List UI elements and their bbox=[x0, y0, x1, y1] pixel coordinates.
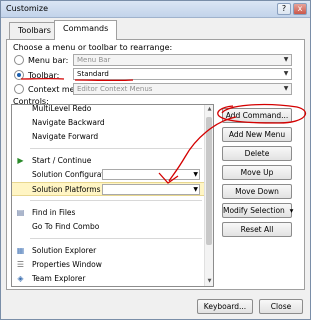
toolbar-select[interactable]: Standard ▼ bbox=[73, 68, 292, 80]
menu-bar-label: Menu bar: bbox=[28, 56, 68, 65]
move-up-button[interactable]: Move Up bbox=[222, 165, 292, 180]
tab-commands-label: Commands bbox=[63, 24, 108, 33]
modify-selection-label: Modify Selection bbox=[223, 206, 285, 215]
window-title: Customize bbox=[6, 4, 48, 13]
chevron-down-icon: ▼ bbox=[193, 170, 198, 179]
menu-bar-radio[interactable] bbox=[14, 55, 24, 65]
title-bar: Customize ? x bbox=[1, 1, 310, 18]
context-menu-radio[interactable] bbox=[14, 84, 24, 94]
list-item-label: Solution Explorer bbox=[32, 246, 96, 255]
controls-scrollbar[interactable]: ▲ ▼ bbox=[204, 105, 213, 286]
list-item-label: Properties Window bbox=[32, 260, 102, 269]
list-item[interactable]: ☰ Properties Window bbox=[12, 258, 204, 272]
context-menu-value: Editor Context Menus bbox=[77, 85, 152, 93]
list-separator bbox=[30, 238, 202, 239]
tab-toolbars-label: Toolbars bbox=[18, 26, 51, 35]
solution-platforms-combo[interactable]: ▼ bbox=[102, 184, 200, 195]
find-in-files-icon: ▤ bbox=[15, 207, 26, 218]
scroll-down-icon[interactable]: ▼ bbox=[205, 277, 214, 286]
solution-configurations-combo[interactable]: ▼ bbox=[102, 169, 200, 180]
scroll-thumb[interactable] bbox=[206, 117, 212, 245]
keyboard-button[interactable]: Keyboard... bbox=[197, 299, 253, 314]
play-icon: ▶ bbox=[15, 155, 26, 166]
delete-button[interactable]: Delete bbox=[222, 146, 292, 161]
move-down-button[interactable]: Move Down bbox=[222, 184, 292, 199]
toolbar-value: Standard bbox=[77, 70, 109, 78]
list-item-label: Solution Platforms bbox=[32, 185, 100, 194]
add-command-button[interactable]: Add Command... bbox=[222, 108, 292, 123]
chevron-down-icon: ▼ bbox=[281, 55, 291, 65]
list-item-label: Navigate Backward bbox=[32, 118, 105, 127]
list-item-label: Find in Files bbox=[32, 208, 75, 217]
list-item[interactable]: ▤ Find in Files bbox=[12, 206, 204, 220]
help-button[interactable]: ? bbox=[277, 3, 291, 15]
chevron-down-icon: ▼ bbox=[281, 84, 291, 94]
reset-all-button[interactable]: Reset All bbox=[222, 222, 292, 237]
tab-commands[interactable]: Commands bbox=[54, 20, 117, 40]
menu-bar-value: Menu Bar bbox=[77, 56, 110, 64]
list-separator bbox=[30, 200, 202, 201]
list-item-selected[interactable]: Solution Platforms ▼ bbox=[12, 182, 204, 196]
controls-list[interactable]: MultiLevel Redo Navigate Backward Naviga… bbox=[11, 104, 214, 287]
toolbar-radio[interactable] bbox=[14, 70, 24, 80]
rearrange-prompt: Choose a menu or toolbar to rearrange: bbox=[13, 43, 172, 52]
list-separator bbox=[30, 148, 202, 149]
toolbar-label: Toolbar: bbox=[28, 71, 59, 80]
list-item[interactable]: ◈ Team Explorer bbox=[12, 272, 204, 286]
list-item[interactable]: Navigate Backward bbox=[12, 116, 204, 130]
properties-icon: ☰ bbox=[15, 259, 26, 270]
scroll-up-icon[interactable]: ▲ bbox=[205, 105, 214, 114]
chevron-down-icon: ▼ bbox=[193, 185, 198, 194]
list-item[interactable]: Navigate Forward bbox=[12, 130, 204, 144]
list-item[interactable]: Solution Configurations ▼ bbox=[12, 168, 204, 182]
customize-dialog: Customize ? x Toolbars Commands Choose a… bbox=[0, 0, 311, 320]
list-item-label: Go To Find Combo bbox=[32, 222, 99, 231]
list-item[interactable]: ▦ Solution Explorer bbox=[12, 244, 204, 258]
close-button[interactable]: Close bbox=[259, 299, 303, 314]
list-item-label: Team Explorer bbox=[32, 274, 85, 283]
list-item-label: Start / Continue bbox=[32, 156, 91, 165]
list-item[interactable]: MultiLevel Redo bbox=[12, 104, 204, 116]
tab-toolbars[interactable]: Toolbars bbox=[9, 22, 60, 39]
caret-down-icon: ▾ bbox=[287, 206, 293, 215]
modify-selection-button[interactable]: Modify Selection ▾ bbox=[222, 203, 292, 218]
list-item-label: Navigate Forward bbox=[32, 132, 98, 141]
list-item[interactable]: Go To Find Combo bbox=[12, 220, 204, 234]
close-window-button[interactable]: x bbox=[293, 3, 307, 15]
chevron-down-icon: ▼ bbox=[281, 69, 291, 79]
solution-explorer-icon: ▦ bbox=[15, 245, 26, 256]
add-new-menu-button[interactable]: Add New Menu bbox=[222, 127, 292, 142]
list-item[interactable]: ▶ Start / Continue bbox=[12, 154, 204, 168]
team-explorer-icon: ◈ bbox=[15, 273, 26, 284]
menu-bar-select[interactable]: Menu Bar ▼ bbox=[73, 54, 292, 66]
context-menu-select[interactable]: Editor Context Menus ▼ bbox=[73, 83, 292, 95]
list-item-label: MultiLevel Redo bbox=[32, 104, 91, 113]
